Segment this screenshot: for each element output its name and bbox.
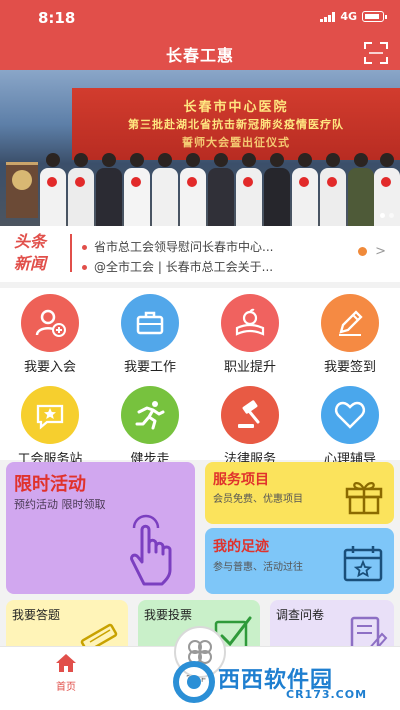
- headline-news: 头条 新闻 省市总工会领导慰问长春市中心... @全市工会 | 长春市总工会关于…: [0, 226, 400, 282]
- banner-carousel[interactable]: 长春市中心医院 第三批赴湖北省抗击新冠肺炎疫情医疗队 誓师大会暨出征仪式: [0, 70, 400, 226]
- banner-line-1: 长春市中心医院: [183, 100, 289, 115]
- card-title: 我要答题: [12, 608, 61, 622]
- card-title: 我的足迹: [213, 539, 269, 555]
- card-title: 我要投票: [144, 608, 193, 622]
- signal-icon: [320, 11, 336, 22]
- app-header: 8:18 4G 长春工惠: [0, 0, 400, 70]
- gift-icon: [345, 482, 383, 515]
- limited-activity-card[interactable]: 限时活动 预约活动 限时领取: [6, 462, 195, 594]
- card-title: 调查问卷: [276, 608, 325, 622]
- heart-icon: [321, 386, 379, 444]
- home-icon: [56, 654, 76, 672]
- book-apple-icon: [221, 294, 279, 352]
- join-user-icon: [21, 294, 79, 352]
- tab-home[interactable]: 首页: [26, 653, 106, 693]
- banner-crowd: [36, 146, 400, 226]
- tab-label: 首页: [56, 682, 76, 693]
- banner-line-2: 第三批赴湖北省抗击新冠肺炎疫情医疗队: [128, 118, 344, 131]
- grid-label: 我要工作: [123, 360, 176, 375]
- grid-item-career[interactable]: 职业提升: [200, 294, 300, 375]
- status-indicators: 4G: [320, 10, 387, 23]
- footprint-card[interactable]: 我的足迹 参与普惠、活动过往: [205, 528, 394, 594]
- news-item[interactable]: 省市总工会领导慰问长春市中心...: [82, 238, 342, 255]
- grid-item-walk[interactable]: 健步走: [100, 386, 200, 467]
- network-label: 4G: [340, 10, 357, 23]
- grid-item-checkin[interactable]: 我要签到: [300, 294, 400, 375]
- pencil-icon: [321, 294, 379, 352]
- grid-item-station[interactable]: 工会服务站: [0, 386, 100, 467]
- hand-tap-icon: [130, 514, 172, 586]
- headline-logo: 头条 新闻: [14, 232, 47, 273]
- grid-item-join[interactable]: 我要入会: [0, 294, 100, 375]
- battery-icon: [362, 11, 387, 22]
- gavel-icon: [221, 386, 279, 444]
- news-indicator-dot: [358, 247, 368, 256]
- watermark-domain: CR173.COM: [286, 688, 368, 701]
- app-screen: 8:18 4G 长春工惠 长春市中心医院 第三批赴湖北省抗击新冠肺炎疫情医疗队 …: [0, 0, 400, 710]
- runner-icon: [121, 386, 179, 444]
- chat-star-icon: [21, 386, 79, 444]
- grid-item-counseling[interactable]: 心理辅导: [300, 386, 400, 467]
- service-project-card[interactable]: 服务项目 会员免费、优惠项目: [205, 462, 394, 524]
- status-time: 8:18: [38, 9, 76, 27]
- card-subtitle: 预约活动 限时领取: [14, 498, 106, 511]
- divider: [70, 234, 72, 272]
- grid-item-work[interactable]: 我要工作: [100, 294, 200, 375]
- podium-emblem: [12, 170, 32, 190]
- grid-label: 我要签到: [323, 360, 376, 375]
- grid-label: 职业提升: [223, 360, 276, 375]
- page-title: 长春工惠: [165, 46, 234, 65]
- grid-label: 我要入会: [23, 360, 76, 375]
- briefcase-icon: [121, 294, 179, 352]
- news-more[interactable]: >: [358, 244, 386, 259]
- scan-icon[interactable]: [364, 42, 388, 64]
- calendar-star-icon: [343, 546, 383, 582]
- chevron-right-icon: >: [375, 244, 386, 259]
- news-item[interactable]: @全市工会 | 长春市总工会关于...: [82, 258, 342, 275]
- card-title: 限时活动: [14, 474, 86, 495]
- banner-pagination: [380, 213, 394, 218]
- status-bar: 8:18 4G: [0, 0, 400, 34]
- grid-item-legal[interactable]: 法律服务: [200, 386, 300, 467]
- card-title: 服务项目: [213, 472, 269, 488]
- watermark: 西西软件园 CR173.COM: [170, 660, 396, 704]
- card-subtitle: 参与普惠、活动过往: [213, 562, 303, 573]
- card-subtitle: 会员免费、优惠项目: [213, 494, 303, 505]
- service-grid: 我要入会 我要工作 职业提升 我要签到 工会服务站 健步走 法律服务 心理辅导: [0, 288, 400, 467]
